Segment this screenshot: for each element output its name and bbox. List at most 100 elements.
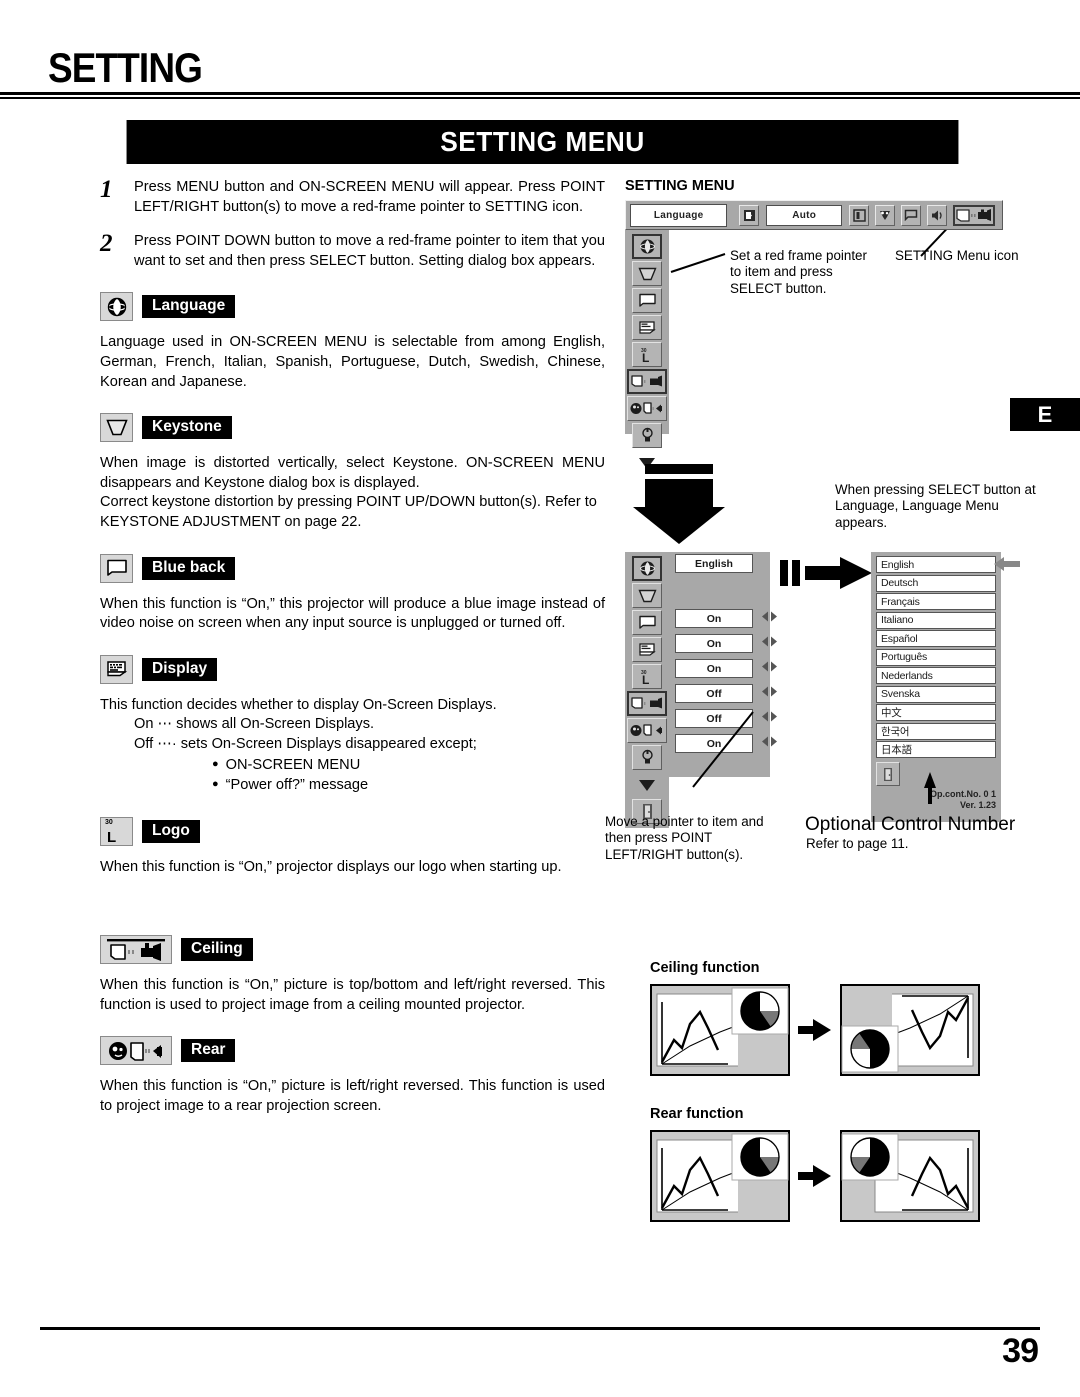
step-number: 2 (100, 230, 113, 258)
dialog-row-blue-back: On (675, 609, 778, 628)
section-body-2: Correct keystone distortion by pressing … (100, 494, 597, 530)
callout-red-frame: Set a red frame pointer to item and pres… (730, 248, 867, 296)
section-banner: SETTING MENU (126, 120, 959, 164)
section-heading: 30 L Logo (100, 816, 605, 846)
optional-control-number-title: Optional Control Number (805, 814, 1016, 835)
section-body: When this function is “On,” picture is l… (100, 1078, 605, 1115)
logo-l-icon[interactable]: 30 L (632, 664, 662, 689)
display-bullet-1: ON-SCREEN MENU (212, 755, 605, 776)
section-body: Language used in ON-SCREEN MENU is selec… (100, 334, 605, 390)
callout-select-language: When pressing SELECT button at Language,… (835, 482, 1036, 530)
globe-icon[interactable] (632, 556, 662, 581)
language-option[interactable]: English (876, 556, 996, 573)
logo-icon-badge: 30 (105, 818, 113, 826)
language-option[interactable]: Italiano (876, 611, 996, 629)
display-bullet-2: “Power off?” message (212, 775, 605, 796)
step-text: Press MENU button and ON-SCREEN MENU wil… (134, 179, 605, 215)
flow-arrow-right-icon (780, 557, 872, 589)
section-label: Rear (181, 1039, 236, 1063)
section-body: When this function is “On,” picture is t… (100, 977, 605, 1013)
page-number: 39 (1002, 1332, 1039, 1370)
down-arrow-icon (633, 464, 725, 544)
figure-title: Ceiling function (650, 960, 760, 976)
image-adjust-icon[interactable] (849, 204, 870, 226)
rear-function-figure: Rear function (650, 1106, 980, 1222)
selection-pointer-left-icon (994, 557, 1020, 571)
language-option[interactable]: Português (876, 648, 996, 666)
section-label: Ceiling (181, 938, 253, 962)
bottom-leader-lines (692, 711, 936, 804)
ceiling-before-image (650, 984, 790, 1076)
section-label: Blue back (142, 556, 236, 580)
section-ceiling: Ceiling When this function is “On,” pict… (100, 935, 605, 1015)
left-right-arrow-icon[interactable] (761, 610, 778, 628)
step-1: 1 Press MENU button and ON-SCREEN MENU w… (100, 176, 605, 217)
setting-menu-icon[interactable] (953, 204, 995, 226)
value-box[interactable]: On (675, 659, 753, 678)
transform-arrow-icon (798, 1019, 831, 1041)
callout-move-pointer: Move a pointer to item and then press PO… (605, 814, 764, 862)
section-label: Language (142, 295, 236, 319)
svg-text:L: L (642, 673, 649, 685)
input-source-icon[interactable] (739, 204, 760, 226)
osd-figure-title: SETTING MENU (625, 178, 735, 194)
language-option[interactable]: Svenska (876, 685, 996, 703)
blue-back-screen-icon[interactable] (632, 610, 662, 635)
callout-menu-icon: SETTING Menu icon (895, 248, 1019, 263)
left-right-arrow-icon[interactable] (761, 685, 778, 703)
osd-menu-title: Language (630, 203, 728, 227)
header-divider (0, 92, 1080, 99)
section-language: Language Language used in ON-SCREEN MENU… (100, 292, 605, 392)
section-heading: Blue back (100, 553, 605, 583)
dialog-row-logo: On (675, 659, 778, 678)
illustration-column: SETTING MENU Language Auto 30 L Set a re… (605, 178, 1045, 1222)
page-title: SETTING (48, 44, 203, 91)
rear-before-image (650, 1130, 790, 1222)
language-option[interactable]: Deutsch (876, 574, 996, 592)
section-blue-back: Blue back When this function is “On,” th… (100, 553, 605, 634)
left-right-arrow-icon[interactable] (761, 635, 778, 653)
display-osd-icon (100, 654, 133, 684)
value-box[interactable]: On (675, 634, 753, 653)
section-label: Keystone (142, 416, 232, 440)
display-osd-icon[interactable] (632, 637, 662, 662)
dialog-row-keystone-spacer (675, 579, 778, 609)
sound-icon[interactable] (927, 204, 947, 226)
step-number: 1 (100, 176, 113, 203)
logo-l-icon: 30 L (100, 816, 133, 846)
section-label: Logo (142, 819, 200, 843)
language-option[interactable]: Nederlands (876, 667, 996, 684)
rear-projection-icon (100, 1036, 172, 1066)
logo-icon-letter: L (107, 828, 117, 846)
language-option[interactable]: Español (876, 630, 996, 647)
keystone-trapezoid-icon (100, 413, 133, 443)
figure-title: Rear function (650, 1106, 744, 1122)
display-on-line: On ⋯ shows all On-Screen Displays. (134, 716, 375, 733)
value-box[interactable]: Off (675, 684, 753, 703)
screen-size-icon[interactable] (901, 204, 922, 226)
section-rear: Rear When this function is “On,” picture… (100, 1036, 605, 1116)
section-heading: Ceiling (100, 935, 605, 965)
ceiling-after-image (840, 984, 980, 1076)
section-heading: Keystone (100, 413, 605, 443)
left-right-arrow-icon[interactable] (761, 660, 778, 678)
language-menu-screenshot: 30 L English On On On Off Off On English… (605, 552, 1045, 862)
transform-arrow-icon (798, 1165, 831, 1187)
section-keystone: Keystone When image is distorted vertica… (100, 413, 605, 532)
ceiling-function-figure: Ceiling function (650, 960, 980, 1076)
blue-back-screen-icon (100, 553, 133, 583)
keystone-trapezoid-icon[interactable] (632, 583, 662, 608)
optional-control-number-reference: Refer to page 11. (806, 836, 909, 851)
language-option[interactable]: Français (876, 593, 996, 610)
value-box[interactable]: On (675, 609, 753, 628)
section-body: When image is distorted vertically, sele… (100, 455, 605, 491)
instructions-column: 1 Press MENU button and ON-SCREEN MENU w… (100, 176, 605, 1117)
section-heading: Language (100, 292, 605, 322)
rear-after-image (840, 1130, 980, 1222)
section-body: This function decides whether to display… (100, 696, 497, 713)
color-adjust-icon[interactable] (875, 204, 896, 226)
value-box[interactable]: English (675, 554, 753, 573)
osd-auto-value[interactable]: Auto (766, 204, 843, 226)
section-heading: Display (100, 654, 605, 684)
globe-icon (100, 292, 133, 322)
